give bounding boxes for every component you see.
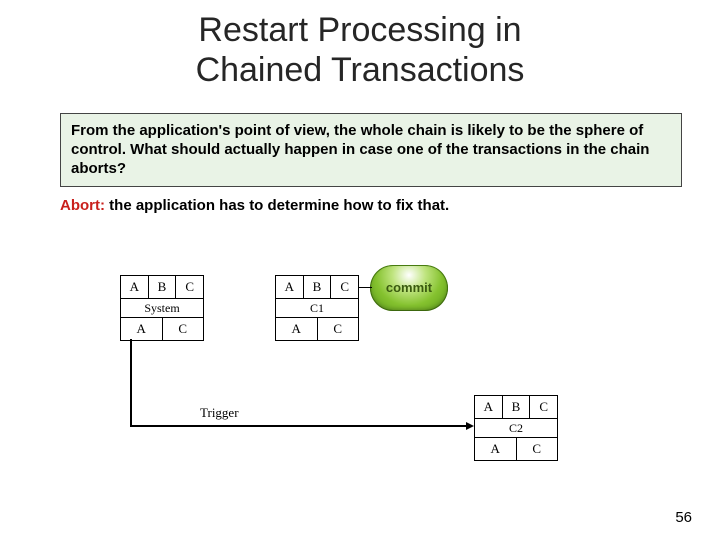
cell: C bbox=[517, 438, 558, 460]
connector-line bbox=[130, 339, 132, 425]
block-c1-header: A B C bbox=[276, 276, 358, 298]
block-c2-header: A B C bbox=[475, 396, 557, 418]
cell: C bbox=[318, 318, 359, 340]
cell: A bbox=[276, 276, 304, 298]
abort-label: Abort: bbox=[60, 197, 105, 214]
cell: C bbox=[331, 276, 358, 298]
trigger-label: Trigger bbox=[200, 405, 239, 421]
intro-box: From the application's point of view, th… bbox=[60, 113, 682, 187]
cell: B bbox=[503, 396, 531, 418]
cell: B bbox=[304, 276, 332, 298]
cell: A bbox=[475, 438, 517, 460]
block-c1: A B C C1 A C bbox=[275, 275, 359, 341]
connector-line bbox=[358, 287, 372, 288]
title-line-1: Restart Processing in bbox=[198, 11, 521, 49]
cell: A bbox=[276, 318, 318, 340]
slide-title: Restart Processing in Chained Transactio… bbox=[0, 10, 720, 90]
block-c2-footer: A C bbox=[475, 437, 557, 460]
block-c1-label: C1 bbox=[276, 298, 358, 317]
cell: C bbox=[163, 318, 204, 340]
connector-line bbox=[130, 425, 466, 427]
cell: C bbox=[530, 396, 557, 418]
block-c2-label: C2 bbox=[475, 418, 557, 437]
block-c2: A B C C2 A C bbox=[474, 395, 558, 461]
cell: A bbox=[475, 396, 503, 418]
cell: C bbox=[176, 276, 203, 298]
intro-text: From the application's point of view, th… bbox=[71, 122, 649, 177]
block-c1-footer: A C bbox=[276, 317, 358, 340]
commit-label: commit bbox=[386, 280, 432, 295]
page-number: 56 bbox=[675, 509, 692, 526]
block-system: A B C System A C bbox=[120, 275, 204, 341]
abort-line: Abort: the application has to determine … bbox=[60, 197, 660, 214]
cell: A bbox=[121, 276, 149, 298]
block-system-label: System bbox=[121, 298, 203, 317]
title-line-2: Chained Transactions bbox=[196, 51, 525, 89]
block-system-footer: A C bbox=[121, 317, 203, 340]
diagram-area: A B C System A C A B C C1 A C commit A B… bbox=[0, 275, 720, 525]
abort-rest: the application has to determine how to … bbox=[105, 197, 449, 214]
commit-badge: commit bbox=[370, 265, 448, 311]
cell: B bbox=[149, 276, 177, 298]
cell: A bbox=[121, 318, 163, 340]
block-system-header: A B C bbox=[121, 276, 203, 298]
arrow-icon bbox=[466, 422, 474, 430]
